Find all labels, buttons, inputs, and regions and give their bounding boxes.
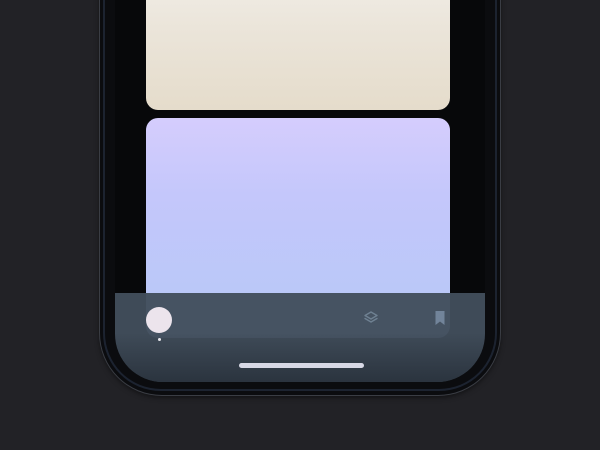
tab-bar-shade bbox=[115, 333, 485, 382]
home-indicator[interactable] bbox=[239, 363, 364, 368]
tab-bar bbox=[115, 293, 485, 382]
bookmark-icon[interactable] bbox=[434, 310, 446, 326]
feed-card-top[interactable] bbox=[146, 0, 450, 110]
profile-avatar-icon[interactable] bbox=[146, 307, 172, 333]
phone-screen bbox=[115, 0, 485, 382]
active-tab-indicator bbox=[158, 338, 161, 341]
layers-icon[interactable] bbox=[363, 310, 379, 326]
